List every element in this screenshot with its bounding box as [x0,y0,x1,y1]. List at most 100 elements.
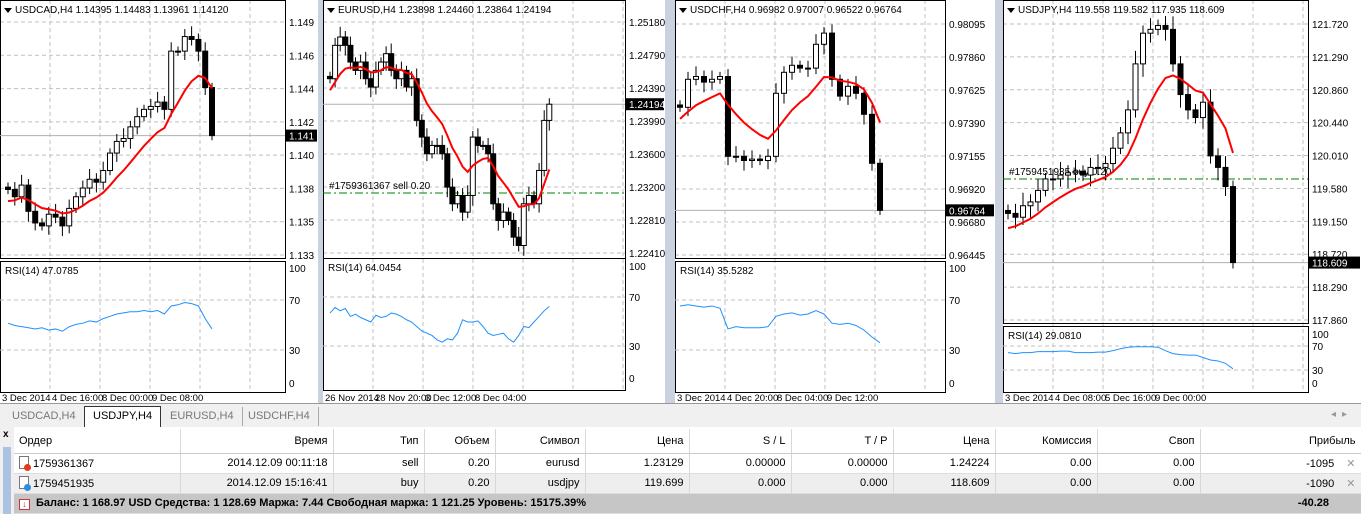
rsi-line [7,301,213,332]
summary-arrow-icon: ↓ [19,498,30,510]
rsi-tick-label: 70 [289,296,301,307]
col-tp[interactable]: T / P [791,429,894,454]
bull-candle [1057,174,1064,180]
col-commission[interactable]: Комиссия [995,429,1098,454]
bull-candle [429,144,435,155]
price-tick-label: 1.133 [289,251,314,262]
price-tick-label: 1.144 [289,85,314,96]
bear-candle [757,158,763,162]
col-volume[interactable]: Объем [424,429,496,454]
cell-cur_price: 118.609 [893,473,996,494]
bear-candle [1185,94,1191,111]
col-profit[interactable]: Прибыль [1200,429,1361,454]
close-order-icon[interactable]: ✕ [1346,458,1355,470]
order-value: 1759361367 [33,458,95,470]
bull-candle [693,76,699,80]
tab-usdcad[interactable]: USDCAD,H4 [4,407,85,426]
bull-candle [86,178,93,189]
bull-candle [1020,205,1026,218]
price-tick-label: 119.580 [1312,184,1348,195]
col-order[interactable]: Ордер [14,429,181,454]
tab-usdjpy[interactable]: USDJPY,H4 [84,406,162,427]
bull-candle [464,194,471,213]
tab-eurusd[interactable]: EURUSD,H4 [162,407,243,426]
cell-type: buy [333,473,425,494]
chart-header: USDJPY,H4 119.558 119.582 117.935 118.60… [1018,5,1225,16]
close-terminal-button[interactable]: x [3,429,9,440]
bear-candle [1080,170,1086,176]
rsi-line [679,304,881,344]
bear-candle [677,104,683,108]
col-price[interactable]: Цена [585,429,690,454]
col-current-price[interactable]: Цена [893,429,996,454]
rsi-line [1007,346,1234,370]
chart-window-1[interactable]: 1.25180 1.24790 1.24390 1.23990 1.23600 1.232… [323,0,665,403]
price-tick-label: 1.142 [289,118,314,129]
time-axis-label: 3 Dec 12:00 [425,393,476,403]
cell-tp: 0.000 [791,473,894,494]
rsi-tick-label: 0 [1312,379,1318,390]
time-axis-label: 8 Dec 04:00 [475,393,526,403]
time-axis-label: 3 Dec 2014 [677,393,726,403]
chart-svg: 0.98095 0.97860 0.97625 0.97390 0.97155 0.969… [675,0,994,403]
col-time[interactable]: Время [180,429,334,454]
price-tick-label: 120.440 [1312,119,1349,130]
cell-commission: 0.00 [995,473,1098,494]
rsi-tick-label: 100 [289,264,306,275]
cell-order: 1759361367 [14,453,181,474]
swap-value: 0.00 [1173,457,1195,469]
chart-window-3[interactable]: 121.720 121.290 120.860 120.440 120.010 119.5… [1003,0,1361,403]
bear-candle [1207,101,1214,157]
order-row[interactable]: 1759361367 2014.12.09 00:11:18 sell 0.20 eur… [14,453,1361,474]
bull-candle [1200,101,1206,119]
chart-menu-triangle-icon [679,8,687,13]
tab-scroll-arrows[interactable]: ◂▸ [1331,409,1353,420]
price-tick-label: 1.146 [289,51,314,62]
time-value: 2014.12.09 15:16:41 [226,477,328,489]
cur_price-value: 1.24224 [949,457,990,469]
bear-candle [52,213,59,218]
rsi-label: RSI(14) 64.0454 [328,263,402,274]
tab-usdchf[interactable]: USDCHF,H4 [240,407,319,426]
cell-tp: 0.00000 [791,453,894,474]
col-symbol[interactable]: Символ [495,429,586,454]
rsi-tick-label: 0 [289,379,295,390]
time-axis-label: 26 Nov 2014 [325,393,379,403]
terminal-title-bar[interactable] [3,447,11,514]
bull-candle [383,53,390,63]
time-axis-label: 3 Dec 2014 [1005,393,1054,403]
col-swap[interactable]: Своп [1097,429,1201,454]
bull-candle [541,119,548,171]
price-tick-label: 1.22410 [629,249,665,260]
time-axis-label: 8 Dec 00:00 [102,393,153,403]
close-order-icon[interactable]: ✕ [1346,478,1355,490]
rsi-line [329,305,550,343]
bear-candle [505,211,512,221]
col-type[interactable]: Тип [333,429,425,454]
chart-menu-triangle-icon [1007,8,1015,13]
rsi-label: RSI(14) 29.0810 [1008,331,1082,342]
bull-candle [709,78,715,83]
order-line-label: #1759361367 sell 0.20 [329,181,431,192]
col-sl[interactable]: S / L [689,429,792,454]
symbol-value: eurusd [545,457,580,469]
order-row[interactable]: 1759451935 2014.12.09 15:16:41 buy 0.20 usdj… [14,473,1361,494]
bull-candle [1147,28,1154,34]
time-axis-label: 9 Dec 00:00 [1155,393,1206,403]
bull-candle [1155,25,1161,30]
price-tick-label: 0.96920 [949,185,986,196]
time-axis-label: 4 Dec 16:00 [52,393,103,403]
chart-window-2[interactable]: 0.98095 0.97860 0.97625 0.97390 0.97155 0.969… [675,0,995,403]
price-tick-label: 120.860 [1312,86,1349,97]
price-tick-label: 1.23990 [629,117,665,128]
rsi-tick-label: 30 [949,346,961,357]
time-axis-label: 9 Dec 08:00 [152,393,203,403]
bull-candle [1065,172,1071,176]
bull-candle [175,50,181,53]
bull-candle [147,105,154,110]
current-price-label: 118.609 [1312,259,1348,270]
bull-candle [1132,63,1139,111]
chart-window-0[interactable]: 1.149 1.146 1.144 1.142 1.140 1.138 1.135 1.133… [0,0,318,403]
bear-candle [459,194,466,213]
chart-svg: 1.149 1.146 1.144 1.142 1.140 1.138 1.135 1.133… [0,0,317,403]
